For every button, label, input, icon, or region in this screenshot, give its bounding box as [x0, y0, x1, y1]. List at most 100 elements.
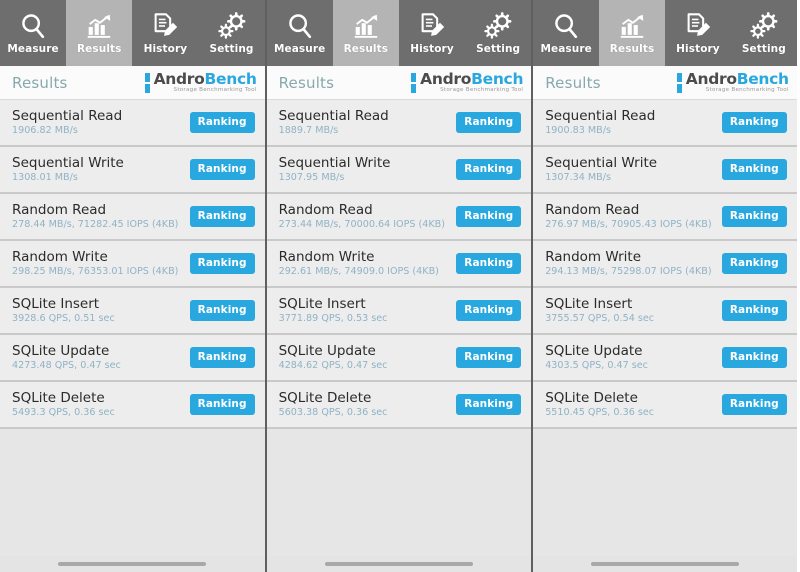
benchmark-name: SQLite Insert: [12, 296, 100, 313]
result-text: SQLite Insert 3755.57 QPS, 0.54 sec: [545, 297, 654, 323]
ranking-button[interactable]: Ranking: [721, 111, 787, 134]
tab-setting[interactable]: Setting: [730, 0, 797, 66]
ranking-button[interactable]: Ranking: [456, 393, 522, 416]
ranking-button[interactable]: Ranking: [189, 205, 255, 228]
ranking-button[interactable]: Ranking: [189, 346, 255, 369]
benchmark-name: Sequential Write: [12, 155, 124, 172]
result-text: Sequential Read 1889.7 MB/s: [279, 109, 389, 135]
benchmark-name: Random Write: [12, 249, 108, 266]
result-row[interactable]: Random Read 278.44 MB/s, 71282.45 IOPS (4…: [0, 194, 265, 241]
ranking-button[interactable]: Ranking: [189, 111, 255, 134]
androbench-battery-icon: [144, 72, 150, 93]
result-text: SQLite Insert 3771.89 QPS, 0.53 sec: [279, 297, 388, 323]
app-pane-3: Measure Results History Setting Results Andro…: [533, 0, 800, 572]
ranking-button[interactable]: Ranking: [456, 252, 522, 275]
result-row[interactable]: Sequential Read 1889.7 MB/s Ranking: [266, 100, 532, 147]
logo-primary: Andro: [420, 69, 472, 88]
tab-measure[interactable]: Measure: [0, 0, 67, 66]
result-row[interactable]: SQLite Update 4284.62 QPS, 0.47 sec Rankin…: [266, 335, 532, 382]
benchmark-value: 4303.5 QPS, 0.47 sec: [545, 359, 648, 371]
benchmark-name: Sequential Read: [545, 108, 656, 125]
tab-results[interactable]: Results: [599, 0, 665, 66]
tab-label: History: [676, 43, 720, 55]
app-header: Results AndroBench Storage Benchmarking To…: [0, 66, 265, 100]
logo-secondary: Bench: [471, 69, 524, 88]
result-row[interactable]: SQLite Insert 3755.57 QPS, 0.54 sec Rankin…: [533, 288, 797, 335]
tab-measure[interactable]: Measure: [266, 0, 333, 66]
ranking-button[interactable]: Ranking: [456, 205, 522, 228]
tab-setting[interactable]: Setting: [198, 0, 265, 66]
tab-label: Setting: [209, 43, 254, 55]
home-indicator[interactable]: [324, 562, 473, 566]
result-row[interactable]: SQLite Delete 5603.38 QPS, 0.36 sec Rankin…: [266, 382, 532, 429]
three-pane-screenshot: Measure Results History Setting Results Andro…: [0, 0, 800, 572]
benchmark-name: Random Read: [278, 202, 373, 219]
home-indicator[interactable]: [590, 562, 739, 566]
ranking-button[interactable]: Ranking: [721, 393, 787, 416]
benchmark-value: 1900.83 MB/s: [545, 124, 611, 136]
results-list: Sequential Read 1900.83 MB/s Ranking Sequen…: [533, 100, 797, 556]
result-row[interactable]: SQLite Update 4303.5 QPS, 0.47 sec Ranking: [533, 335, 797, 382]
ranking-button[interactable]: Ranking: [189, 158, 255, 181]
magnifier-icon: [285, 11, 315, 41]
result-row[interactable]: Sequential Read 1900.83 MB/s Ranking: [533, 100, 797, 147]
ranking-button[interactable]: Ranking: [721, 299, 787, 322]
tab-history[interactable]: History: [398, 0, 466, 66]
page-title: Results: [278, 73, 335, 92]
result-row[interactable]: Sequential Write 1307.95 MB/s Ranking: [266, 147, 532, 194]
tab-history[interactable]: History: [665, 0, 731, 66]
benchmark-value: 5510.45 QPS, 0.36 sec: [545, 406, 655, 418]
benchmark-name: Sequential Read: [278, 108, 389, 125]
result-text: SQLite Update 4284.62 QPS, 0.47 sec: [279, 344, 388, 370]
ranking-button[interactable]: Ranking: [189, 252, 255, 275]
result-text: SQLite Update 4273.48 QPS, 0.47 sec: [12, 344, 121, 370]
result-row[interactable]: Sequential Write 1307.34 MB/s Ranking: [533, 147, 797, 194]
ranking-button[interactable]: Ranking: [456, 346, 522, 369]
tab-label: Measure: [540, 43, 592, 55]
result-row[interactable]: SQLite Insert 3771.89 QPS, 0.53 sec Rankin…: [266, 288, 532, 335]
ranking-button[interactable]: Ranking: [721, 205, 787, 228]
result-row[interactable]: SQLite Delete 5493.3 QPS, 0.36 sec Ranking: [0, 382, 265, 429]
tab-measure[interactable]: Measure: [533, 0, 600, 66]
home-indicator[interactable]: [58, 562, 207, 566]
gears-icon: [483, 11, 513, 41]
gears-icon: [749, 11, 779, 41]
result-row[interactable]: Sequential Read 1906.82 MB/s Ranking: [0, 100, 265, 147]
result-text: SQLite Update 4303.5 QPS, 0.47 sec: [545, 344, 648, 370]
tab-history[interactable]: History: [132, 0, 199, 66]
result-row[interactable]: Random Read 273.44 MB/s, 70000.64 IOPS (4…: [266, 194, 532, 241]
androbench-battery-icon: [676, 72, 682, 93]
tab-setting[interactable]: Setting: [465, 0, 532, 66]
ranking-button[interactable]: Ranking: [189, 393, 255, 416]
result-text: SQLite Insert 3928.6 QPS, 0.51 sec: [12, 297, 115, 323]
benchmark-name: Sequential Read: [12, 108, 123, 125]
tab-label: Setting: [476, 43, 521, 55]
result-row[interactable]: Random Write 294.13 MB/s, 75298.07 IOPS (…: [533, 241, 797, 288]
tab-results[interactable]: Results: [66, 0, 133, 66]
ranking-button[interactable]: Ranking: [456, 299, 522, 322]
androbench-logo: AndroBench Storage Benchmarking Tool: [676, 71, 789, 94]
result-row[interactable]: Sequential Write 1308.01 MB/s Ranking: [0, 147, 265, 194]
ranking-button[interactable]: Ranking: [721, 252, 787, 275]
ranking-button[interactable]: Ranking: [721, 346, 787, 369]
tab-results[interactable]: Results: [332, 0, 399, 66]
ranking-button[interactable]: Ranking: [456, 158, 522, 181]
result-row[interactable]: SQLite Insert 3928.6 QPS, 0.51 sec Ranking: [0, 288, 265, 335]
result-text: Random Read 278.44 MB/s, 71282.45 IOPS (4…: [12, 203, 178, 229]
tab-label: Setting: [741, 43, 786, 55]
tab-label: Results: [609, 43, 655, 55]
document-pencil-icon: [150, 11, 180, 41]
ranking-button[interactable]: Ranking: [189, 299, 255, 322]
benchmark-value: 1889.7 MB/s: [278, 124, 339, 136]
ranking-button[interactable]: Ranking: [721, 158, 787, 181]
result-row[interactable]: Random Write 298.25 MB/s, 76353.01 IOPS (…: [0, 241, 265, 288]
ranking-button[interactable]: Ranking: [456, 111, 522, 134]
tab-bar: Measure Results History Setting: [533, 0, 797, 66]
benchmark-name: Random Read: [12, 202, 107, 219]
result-row[interactable]: SQLite Delete 5510.45 QPS, 0.36 sec Rankin…: [533, 382, 797, 429]
result-row[interactable]: Random Read 276.97 MB/s, 70905.43 IOPS (4…: [533, 194, 797, 241]
result-text: SQLite Delete 5493.3 QPS, 0.36 sec: [12, 391, 115, 417]
benchmark-value: 276.97 MB/s, 70905.43 IOPS (4KB): [545, 218, 712, 230]
result-row[interactable]: SQLite Update 4273.48 QPS, 0.47 sec Rankin…: [0, 335, 265, 382]
result-row[interactable]: Random Write 292.61 MB/s, 74909.0 IOPS (4…: [266, 241, 532, 288]
